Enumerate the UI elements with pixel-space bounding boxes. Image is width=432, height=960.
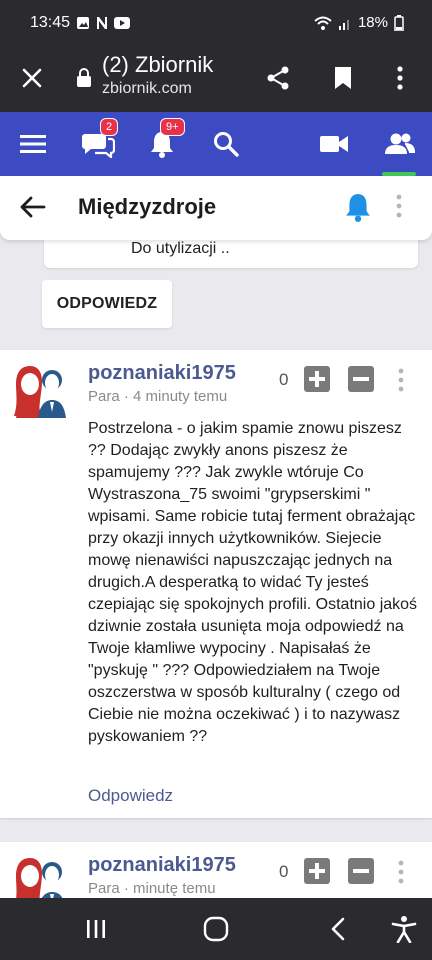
downvote-button[interactable]	[348, 858, 374, 884]
page-url[interactable]: zbiornik.com	[102, 80, 192, 98]
reply-link[interactable]: Odpowiedz	[88, 786, 173, 806]
more-vertical-icon	[396, 194, 402, 218]
hamburger-icon	[20, 135, 46, 153]
battery-icon	[394, 14, 404, 31]
browser-toolbar: (2) Zbiornik zbiornik.com	[0, 46, 432, 112]
reply-button[interactable]: ODPOWIEDZ	[42, 280, 172, 328]
signal-icon	[338, 19, 349, 30]
more-vertical-icon	[397, 66, 403, 90]
notifications-badge: 9+	[160, 118, 185, 136]
recent-apps-icon	[87, 920, 105, 938]
downvote-button[interactable]	[348, 366, 374, 392]
bookmark-button[interactable]	[325, 60, 361, 96]
share-icon	[267, 66, 289, 90]
subscribe-topic-button[interactable]	[344, 192, 372, 227]
lock-icon	[77, 68, 91, 87]
gallery-icon	[77, 17, 89, 29]
youtube-icon	[114, 17, 130, 29]
more-vertical-icon	[398, 368, 404, 392]
post-author[interactable]: poznaniaki1975	[88, 854, 236, 877]
chevron-left-icon	[331, 917, 345, 941]
messages-badge: 2	[100, 118, 119, 136]
people-icon	[385, 133, 415, 154]
previous-post-text: Do utylizacji ..	[131, 240, 230, 257]
post-menu-button[interactable]	[398, 368, 404, 397]
back-nav-button[interactable]	[320, 912, 356, 946]
post-menu-button[interactable]	[398, 860, 404, 889]
menu-button[interactable]	[13, 124, 53, 164]
status-notification-icons	[76, 16, 130, 30]
post-author[interactable]: poznaniaki1975	[88, 362, 236, 385]
site-info-button[interactable]	[66, 60, 102, 96]
more-vertical-icon	[398, 860, 404, 884]
post-body: Postrzelona - o jakim spamie znowu pisze…	[88, 420, 418, 745]
status-time: 13:45	[30, 14, 71, 31]
close-icon	[22, 68, 42, 88]
arrow-left-icon	[20, 196, 46, 218]
accessibility-icon	[391, 916, 417, 943]
video-camera-icon	[320, 136, 348, 152]
status-right: 18%	[314, 14, 404, 31]
accessibility-button[interactable]	[386, 912, 422, 946]
page-title: (2) Zbiornik	[102, 52, 214, 77]
post-score: 0	[279, 862, 289, 881]
upvote-button[interactable]	[304, 858, 330, 884]
post-meta: Para · 4 minuty temu	[88, 388, 228, 405]
site-navbar: 2 9+	[0, 112, 432, 176]
topic-header: Międzyzdroje	[0, 176, 432, 240]
post-meta: Para · minutę temu	[88, 880, 216, 897]
topic-title: Międzyzdroje	[78, 194, 217, 219]
avatar[interactable]	[12, 362, 68, 418]
n-app-icon	[97, 17, 107, 29]
share-button[interactable]	[260, 60, 296, 96]
battery-percent: 18%	[357, 14, 388, 31]
wifi-icon	[314, 16, 332, 30]
topic-menu-button[interactable]	[396, 194, 402, 223]
browser-menu-button[interactable]	[382, 60, 418, 96]
video-button[interactable]	[314, 124, 354, 164]
bookmark-icon	[335, 67, 351, 89]
post-score: 0	[279, 370, 289, 389]
post-card: poznaniaki1975 Para · 4 minuty temu 0 Po…	[0, 350, 432, 818]
search-icon	[214, 132, 239, 157]
home-icon	[203, 916, 229, 942]
status-bar: 13:45 18%	[0, 0, 432, 46]
home-button[interactable]	[198, 912, 234, 946]
messages-button[interactable]: 2	[78, 118, 119, 164]
close-tab-button[interactable]	[14, 60, 50, 96]
recent-apps-button[interactable]	[78, 912, 114, 946]
notifications-button[interactable]: 9+	[142, 118, 185, 164]
friends-button[interactable]	[379, 124, 419, 164]
upvote-button[interactable]	[304, 366, 330, 392]
system-navigation-bar	[0, 898, 432, 960]
back-button[interactable]	[18, 192, 48, 227]
bell-icon	[346, 194, 370, 222]
search-button[interactable]	[206, 124, 246, 164]
